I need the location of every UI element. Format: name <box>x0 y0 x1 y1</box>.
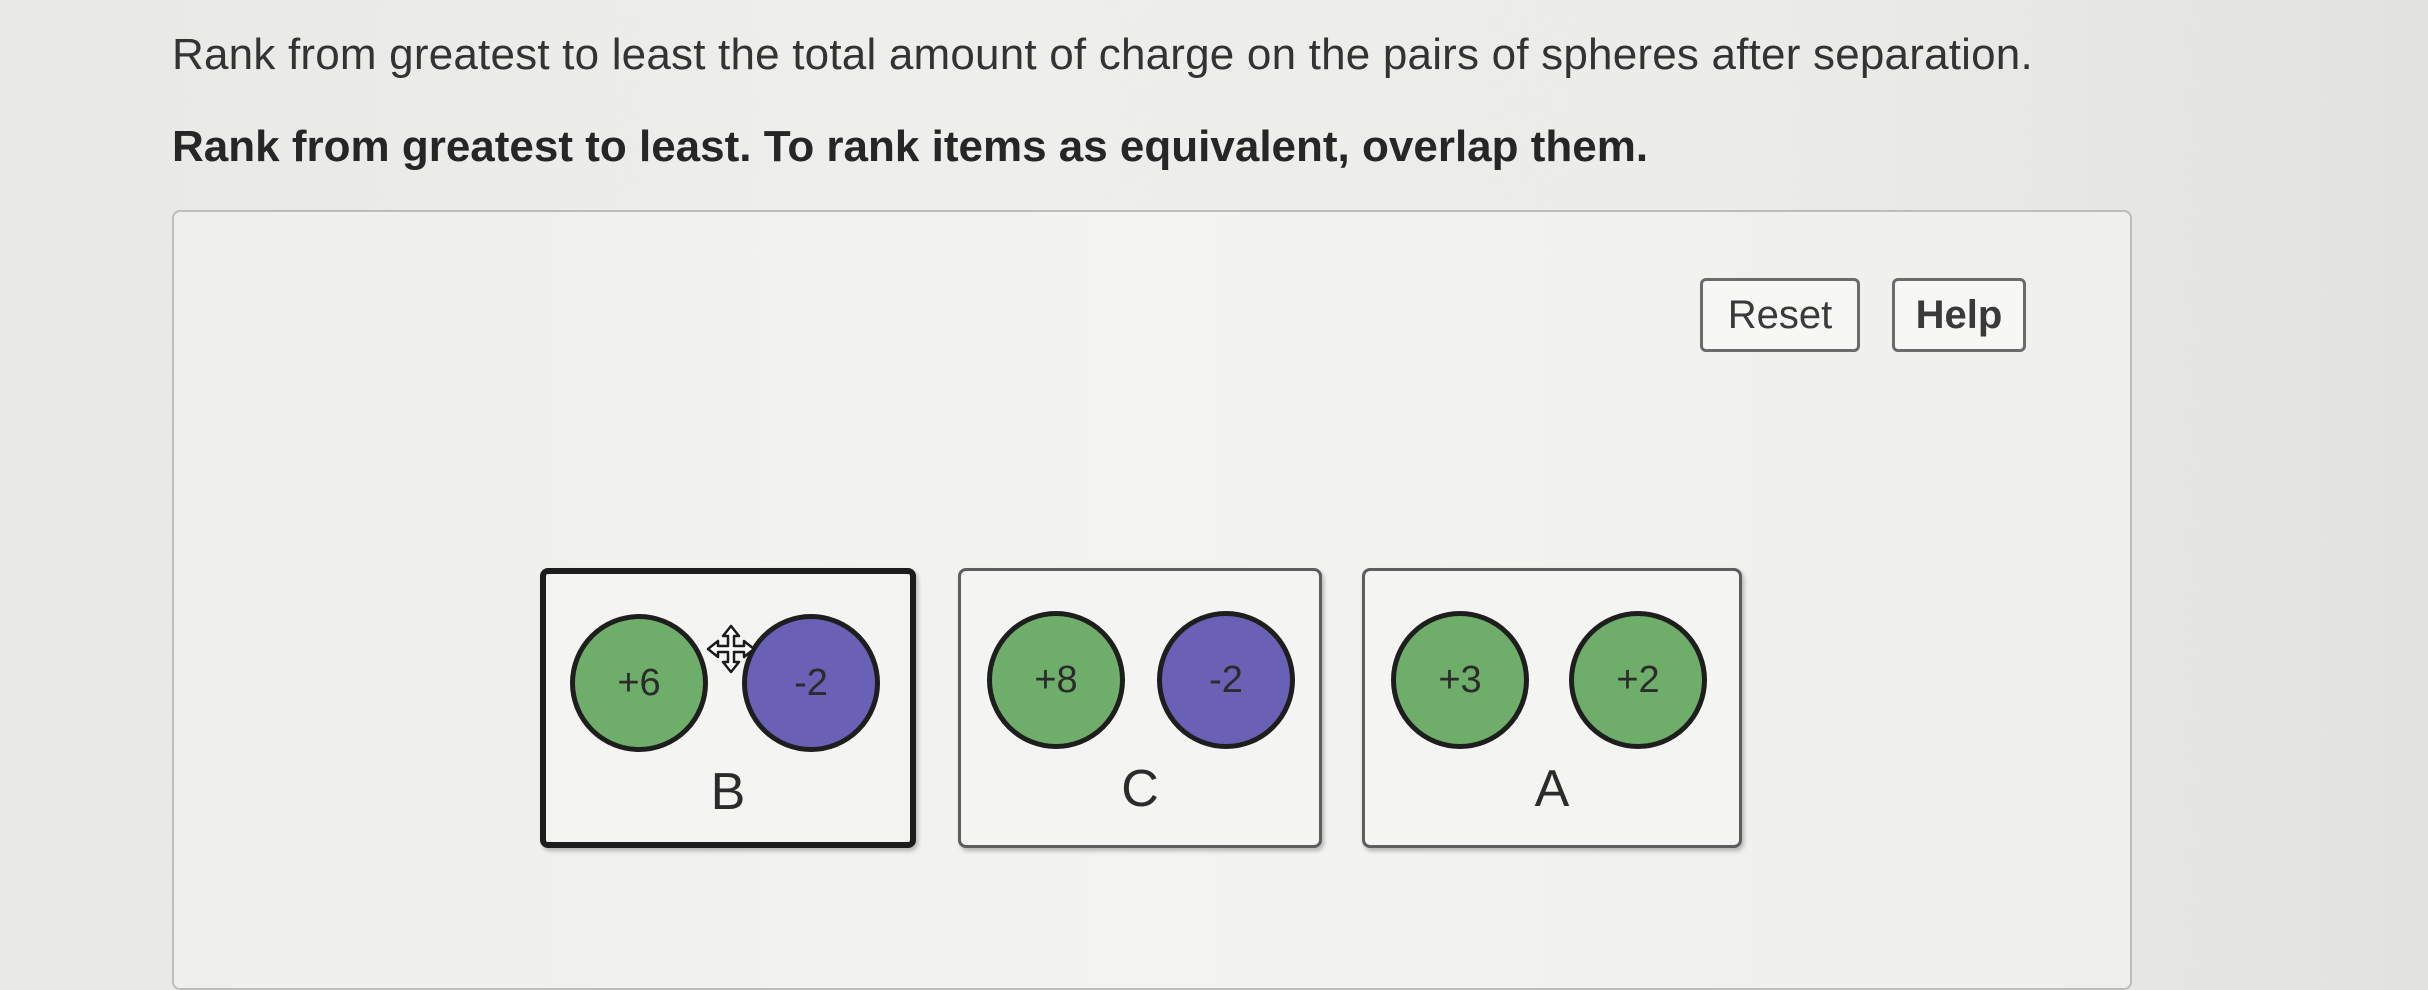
question-text: Rank from greatest to least the total am… <box>172 30 2033 79</box>
sphere-charge: -2 <box>794 661 828 704</box>
sphere-c-1: +8 <box>987 611 1125 749</box>
move-cursor-icon <box>706 624 756 674</box>
sphere-a-2: +2 <box>1569 611 1707 749</box>
instruction-text: Rank from greatest to least. To rank ite… <box>172 122 1649 171</box>
sphere-b-2: -2 <box>742 614 880 752</box>
sphere-c-2: -2 <box>1157 611 1295 749</box>
sphere-charge: -2 <box>1209 658 1243 701</box>
card-label: C <box>1121 760 1159 818</box>
rank-item-c[interactable]: +8 -2 C <box>958 568 1322 848</box>
rank-item-a[interactable]: +3 +2 A <box>1362 568 1742 848</box>
rank-item-b[interactable]: +6 -2 B <box>540 568 916 848</box>
card-label: A <box>1534 760 1570 818</box>
sphere-charge: +6 <box>617 661 661 704</box>
card-label: B <box>710 763 746 821</box>
sphere-a-1: +3 <box>1391 611 1529 749</box>
reset-button[interactable]: Reset <box>1700 278 1860 352</box>
sphere-charge: +2 <box>1616 658 1660 701</box>
help-button[interactable]: Help <box>1892 278 2026 352</box>
sphere-charge: +8 <box>1034 658 1078 701</box>
sphere-b-1: +6 <box>570 614 708 752</box>
sphere-charge: +3 <box>1438 658 1482 701</box>
